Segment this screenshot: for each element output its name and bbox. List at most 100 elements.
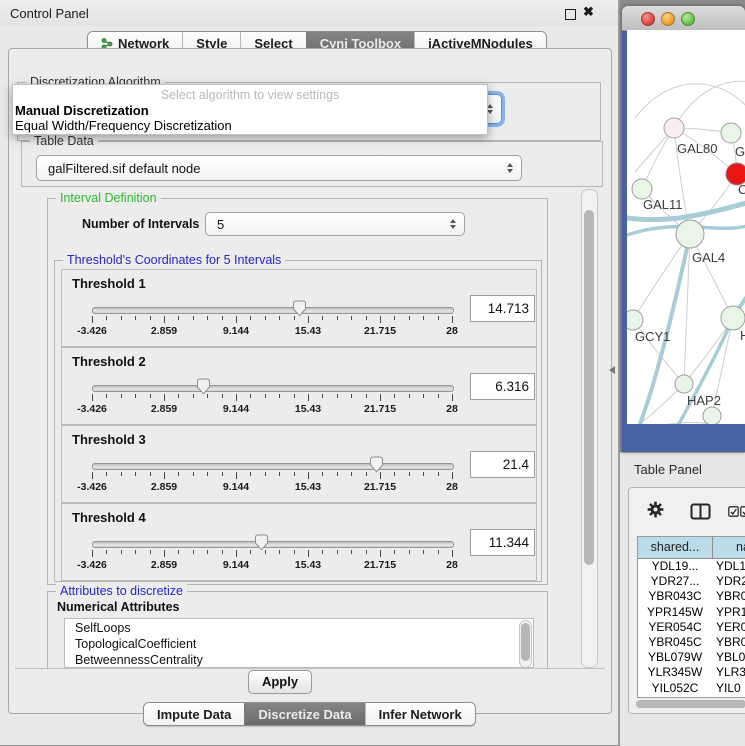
major-tick bbox=[92, 550, 93, 557]
network-node[interactable] bbox=[721, 306, 745, 330]
split-columns-icon[interactable] bbox=[690, 503, 711, 521]
column-header-na[interactable]: na bbox=[713, 537, 745, 559]
minor-tick bbox=[294, 394, 295, 398]
table-cell[interactable]: YIL052C bbox=[638, 681, 712, 696]
table-row[interactable]: YLR345W YLR3 bbox=[638, 665, 745, 680]
table-cell[interactable]: YDL1 bbox=[716, 559, 745, 574]
checkbox-checked-icon[interactable] bbox=[728, 506, 739, 517]
threshold-slider-handle[interactable] bbox=[196, 378, 211, 395]
major-tick bbox=[380, 394, 381, 401]
threshold-slider-track[interactable] bbox=[92, 541, 454, 548]
minor-tick bbox=[351, 316, 352, 320]
main-scrollbar[interactable] bbox=[581, 189, 598, 668]
network-node[interactable] bbox=[721, 123, 741, 143]
threshold-slider-track[interactable] bbox=[92, 463, 454, 470]
table-cell[interactable]: YBL079W bbox=[638, 650, 712, 665]
table-hscrollbar-thumb[interactable] bbox=[636, 700, 745, 708]
network-node[interactable] bbox=[627, 310, 643, 330]
network-edge bbox=[635, 84, 745, 118]
table-cell[interactable]: YDL19... bbox=[638, 559, 712, 574]
table-cell[interactable]: YER0 bbox=[716, 620, 745, 635]
table-row[interactable]: YBL079W YBL0 bbox=[638, 650, 745, 665]
table-cell[interactable]: YBR0 bbox=[716, 635, 745, 650]
minor-tick bbox=[322, 394, 323, 398]
minor-tick bbox=[222, 394, 223, 398]
attribute-list-item[interactable]: BetweennessCentrality bbox=[65, 651, 533, 667]
table-data-combo[interactable]: galFiltered.sif default node bbox=[36, 155, 522, 181]
minimize-traffic-light-icon[interactable] bbox=[661, 12, 675, 26]
network-canvas[interactable]: GAL80GAGAL11CGAL4GCY1HHAP2 bbox=[627, 30, 745, 424]
threshold-slider-handle[interactable] bbox=[292, 300, 307, 317]
table-row[interactable]: YBR043C YBR0 bbox=[638, 589, 745, 604]
threshold-value-field[interactable]: 21.4 bbox=[470, 451, 535, 478]
threshold-slider-track[interactable] bbox=[92, 385, 454, 392]
table-row[interactable]: YBR045C YBR0 bbox=[638, 635, 745, 650]
zoom-traffic-light-icon[interactable] bbox=[681, 12, 695, 26]
tab-discretize-data[interactable]: Discretize Data bbox=[244, 703, 364, 725]
network-node[interactable] bbox=[676, 220, 704, 248]
network-node[interactable] bbox=[675, 375, 693, 393]
minor-tick bbox=[193, 550, 194, 554]
algorithm-popup-item-manual-discretization[interactable]: Manual Discretization bbox=[15, 103, 149, 118]
apply-button[interactable]: Apply bbox=[248, 670, 312, 694]
close-traffic-light-icon[interactable] bbox=[641, 12, 655, 26]
minor-tick bbox=[250, 550, 251, 554]
table-row[interactable]: YIL052C YIL0 bbox=[638, 681, 745, 696]
table-cell[interactable]: YBR043C bbox=[638, 589, 712, 604]
splitter-collapse-arrow-icon[interactable] bbox=[609, 366, 615, 374]
table-cell[interactable]: YDR2 bbox=[716, 574, 745, 589]
table-row[interactable]: YPR145W YPR1 bbox=[638, 605, 745, 620]
threshold-label: Threshold 3 bbox=[72, 432, 146, 447]
threshold-slider-track[interactable] bbox=[92, 307, 454, 314]
attributes-scrollbar-thumb[interactable] bbox=[521, 623, 530, 661]
minor-tick bbox=[294, 550, 295, 554]
table-cell[interactable]: YPR145W bbox=[638, 605, 712, 620]
table-cell[interactable]: YBR0 bbox=[716, 589, 745, 604]
tab-infer-network[interactable]: Infer Network bbox=[365, 703, 475, 725]
attribute-list-item[interactable]: SelfLoops bbox=[65, 619, 533, 635]
table-cell[interactable]: YPR1 bbox=[716, 605, 745, 620]
network-node[interactable] bbox=[664, 118, 684, 138]
column-header-shared[interactable]: shared... bbox=[638, 537, 713, 559]
table-row[interactable]: YDL19... YDL1 bbox=[638, 559, 745, 574]
tick-label: 2.859 bbox=[151, 403, 177, 415]
table-cell[interactable]: YIL0 bbox=[716, 681, 745, 696]
threshold-slider-handle[interactable] bbox=[369, 456, 384, 473]
minor-tick bbox=[135, 394, 136, 398]
network-window-titlebar[interactable] bbox=[622, 6, 745, 31]
checkbox-checked-icon[interactable] bbox=[740, 506, 745, 517]
table-cell[interactable]: YBR045C bbox=[638, 635, 712, 650]
attribute-list-item[interactable]: TopologicalCoefficient bbox=[65, 635, 533, 651]
table-hscrollbar[interactable] bbox=[635, 699, 745, 709]
float-window-icon[interactable] bbox=[565, 9, 576, 20]
close-icon[interactable]: ✖ bbox=[583, 4, 594, 20]
network-node[interactable] bbox=[632, 179, 652, 199]
table-cell[interactable]: YER054C bbox=[638, 620, 712, 635]
numerical-attributes-list[interactable]: SelfLoopsTopologicalCoefficientBetweenne… bbox=[64, 618, 534, 668]
attributes-scrollbar[interactable] bbox=[519, 620, 532, 668]
threshold-value-field[interactable]: 14.713 bbox=[470, 295, 535, 322]
threshold-value-field[interactable]: 6.316 bbox=[470, 373, 535, 400]
tab-impute-data[interactable]: Impute Data bbox=[144, 703, 244, 725]
table-row[interactable]: YER054C YER0 bbox=[638, 620, 745, 635]
minor-tick bbox=[322, 316, 323, 320]
major-tick bbox=[308, 472, 309, 479]
network-node[interactable] bbox=[703, 407, 721, 424]
major-tick bbox=[92, 472, 93, 479]
number-of-intervals-combo[interactable]: 5 bbox=[205, 212, 465, 236]
threshold-slider-handle[interactable] bbox=[254, 534, 269, 551]
minor-tick bbox=[337, 472, 338, 476]
algorithm-popup-item-equal-width-frequency-discretization[interactable]: Equal Width/Frequency Discretization bbox=[15, 118, 232, 133]
table-row[interactable]: YDR27... YDR2 bbox=[638, 574, 745, 589]
table-cell[interactable]: YDR27... bbox=[638, 574, 712, 589]
tick-label: 21.715 bbox=[364, 481, 396, 493]
threshold-value-field[interactable]: 11.344 bbox=[470, 529, 535, 556]
table-cell[interactable]: YLR345W bbox=[638, 665, 712, 680]
table-cell[interactable]: YBL0 bbox=[716, 650, 745, 665]
main-scrollbar-thumb[interactable] bbox=[584, 210, 594, 565]
minor-tick bbox=[438, 472, 439, 476]
gear-icon[interactable] bbox=[647, 501, 664, 518]
minor-tick bbox=[294, 472, 295, 476]
table-cell[interactable]: YLR3 bbox=[716, 665, 745, 680]
threshold-label: Threshold 4 bbox=[72, 510, 146, 525]
